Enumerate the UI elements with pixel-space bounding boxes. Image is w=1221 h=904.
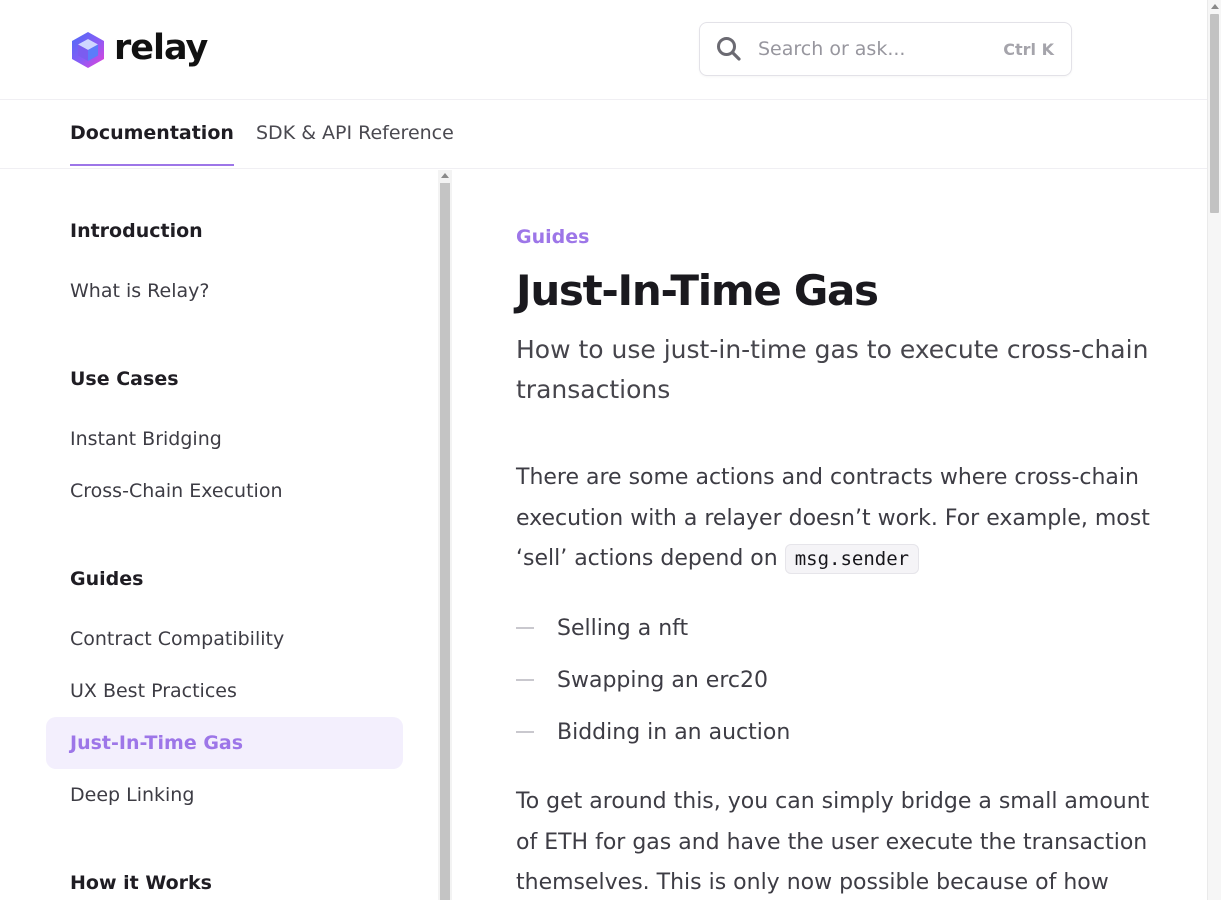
nav-heading-introduction: Introduction [70,220,203,242]
page-subtitle: How to use just-in-time gas to execute c… [516,335,1149,404]
relay-logo[interactable]: relay [70,28,208,72]
sidebar-item-ux-best-practices[interactable]: UX Best Practices [46,665,403,717]
dash-bullet-icon [516,627,534,629]
dash-bullet-icon [516,679,534,681]
page-title: Just-In-Time Gas [516,266,879,315]
sidebar-scrollbar-thumb[interactable] [440,183,450,900]
tab-sdk-api-reference[interactable]: SDK & API Reference [256,122,454,164]
sidebar-item-cross-chain-execution[interactable]: Cross-Chain Execution [46,465,403,517]
search-placeholder: Search or ask... [758,38,906,60]
inline-code: msg.sender [784,544,920,574]
sidebar-item-contract-compatibility[interactable]: Contract Compatibility [46,613,403,665]
tab-documentation[interactable]: Documentation [70,122,234,166]
scroll-up-arrow-icon[interactable] [441,173,449,178]
list-item: Swapping an erc20 [516,660,768,700]
article-paragraph: To get around this, you can simply bridg… [516,789,1150,895]
top-header: relay Search or ask... Ctrl K [0,0,1207,100]
scroll-up-arrow-icon[interactable] [1211,4,1219,9]
list-item-text: Bidding in an auction [557,719,791,745]
page-scrollbar[interactable] [1207,0,1221,900]
sidebar-nav: Introduction What is Relay? Use Cases In… [0,170,438,900]
list-item: Selling a nft [516,608,688,648]
top-tabs: Documentation SDK & API Reference [0,100,1207,169]
sidebar-item-what-is-relay[interactable]: What is Relay? [46,265,403,317]
list-item: Bidding in an auction [516,712,790,752]
sidebar-item-deep-linking[interactable]: Deep Linking [46,769,403,821]
logo-wordmark: relay [114,28,208,68]
nav-heading-how-it-works: How it Works [70,872,212,894]
list-item-text: Selling a nft [557,615,689,641]
article-paragraph: There are some actions and contracts whe… [516,458,1156,580]
nav-heading-guides: Guides [70,568,144,590]
relay-cube-icon [72,32,104,68]
list-item-text: Swapping an erc20 [557,667,768,693]
sidebar-item-instant-bridging[interactable]: Instant Bridging [46,413,403,465]
search-box[interactable]: Search or ask... Ctrl K [699,22,1072,76]
page-scrollbar-thumb[interactable] [1210,14,1219,213]
dash-bullet-icon [516,731,534,733]
search-shortcut-hint: Ctrl K [1003,39,1054,59]
search-icon [717,37,741,61]
nav-heading-use-cases: Use Cases [70,368,179,390]
sidebar-item-just-in-time-gas[interactable]: Just-In-Time Gas [46,717,403,769]
sidebar-scrollbar[interactable] [438,170,452,900]
article-section-label: Guides [516,226,590,248]
